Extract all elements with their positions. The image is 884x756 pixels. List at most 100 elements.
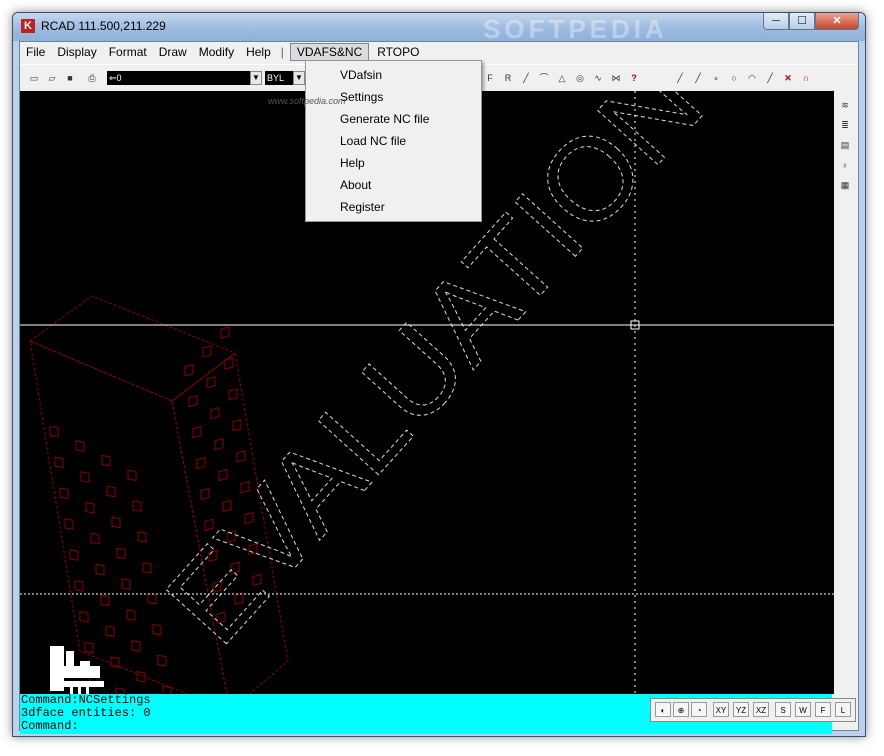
menu-item-register[interactable]: Register	[306, 196, 481, 218]
building-window	[218, 468, 228, 482]
point-icon[interactable]: R	[500, 69, 516, 85]
text-icon[interactable]: F	[482, 69, 498, 85]
menu-item-vdafsin[interactable]: VDafsin	[306, 64, 481, 86]
menu-modify[interactable]: Modify	[193, 42, 240, 62]
view-w-button[interactable]: W	[795, 702, 811, 717]
building-window	[206, 376, 216, 389]
view-xy-button[interactable]: XY	[713, 702, 729, 717]
break-icon[interactable]: ╱	[762, 69, 778, 85]
delete-icon[interactable]: ✕	[780, 69, 796, 85]
menu-item-help[interactable]: Help	[306, 152, 481, 174]
view-s-button[interactable]: S	[775, 702, 791, 717]
building-window	[132, 500, 142, 512]
mirror-icon[interactable]: ⋈	[608, 69, 624, 85]
rcad-app-icon[interactable]: K	[21, 19, 35, 33]
building-window	[111, 516, 121, 529]
fillet-icon[interactable]: ∘	[708, 69, 724, 85]
menu-separator: |	[280, 45, 284, 59]
building-window	[152, 623, 162, 636]
building-window	[90, 532, 100, 545]
menu-vdafs-nc[interactable]: VDAFS&NC	[289, 43, 370, 61]
menu-help[interactable]: Help	[240, 42, 277, 62]
view-xz-button[interactable]: XZ	[753, 702, 769, 717]
softpedia-url-watermark: www.softpedia.com	[268, 96, 346, 106]
building-window	[214, 437, 224, 451]
view-yz-button[interactable]: YZ	[733, 702, 749, 717]
zoom-all-icon[interactable]: ◔	[691, 702, 707, 717]
light-icon[interactable]: ♁	[837, 156, 853, 172]
building-window	[85, 502, 95, 514]
render-icon[interactable]: ▦	[837, 176, 853, 192]
hatch-pattern-icon[interactable]: ≣	[837, 116, 853, 132]
menu-display[interactable]: Display	[51, 42, 102, 62]
building-window	[162, 685, 172, 694]
building-window	[220, 326, 230, 339]
building-window	[75, 440, 85, 452]
zoom-in-icon[interactable]: ◐	[655, 702, 671, 717]
building-window	[95, 563, 105, 576]
menu-file[interactable]: File	[20, 42, 51, 62]
building-window	[228, 388, 238, 401]
linetype-select[interactable]: BYL	[265, 71, 295, 85]
building-window	[101, 454, 111, 467]
ucs-icon	[50, 646, 104, 694]
building-window	[54, 456, 64, 469]
building-window	[232, 419, 242, 432]
building-window	[116, 547, 126, 560]
view-f-button[interactable]: F	[815, 702, 831, 717]
hatch-icon[interactable]: ≋	[837, 96, 853, 112]
window-title: RCAD 111.500,211.229	[41, 19, 166, 33]
polyline-icon[interactable]: ⌒	[536, 69, 552, 85]
building-window	[49, 425, 59, 438]
building-window	[236, 450, 246, 463]
building-window	[188, 394, 198, 408]
menu-item-load-nc[interactable]: Load NC file	[306, 130, 481, 152]
caption-buttons: ─ ☐ ✕	[763, 13, 859, 30]
open-icon[interactable]: ▱	[44, 69, 60, 85]
line-icon[interactable]: ╱	[518, 69, 534, 85]
building-window	[106, 485, 116, 498]
title-bar[interactable]: K RCAD 111.500,211.229 SOFTPEDIA ─ ☐ ✕	[13, 13, 865, 44]
close-button[interactable]: ✕	[815, 13, 859, 30]
new-icon[interactable]: ▭	[26, 69, 42, 85]
linetype-dropdown-arrow[interactable]: ▼	[293, 71, 305, 85]
extend-icon[interactable]: ╱	[690, 69, 706, 85]
menu-item-generate-nc[interactable]: Generate NC file	[306, 108, 481, 130]
arc-icon[interactable]: △	[554, 69, 570, 85]
help-icon[interactable]: ?	[626, 69, 642, 85]
building-window	[105, 625, 115, 638]
building-window	[184, 364, 194, 377]
layer-dropdown-arrow[interactable]: ▼	[250, 71, 262, 85]
building-window	[79, 610, 89, 623]
menu-format[interactable]: Format	[103, 42, 153, 62]
building-window	[69, 549, 79, 561]
building-window	[127, 469, 137, 482]
spline-icon[interactable]: ∿	[590, 69, 606, 85]
undo-icon[interactable]: ∩	[798, 69, 814, 85]
trim-icon[interactable]: ╱	[672, 69, 688, 85]
building-window	[192, 425, 202, 439]
menu-rtopo[interactable]: RTOPO	[371, 42, 425, 62]
arc-tool-icon[interactable]: ◠	[744, 69, 760, 85]
save-icon[interactable]: ■	[62, 69, 78, 85]
building-window	[202, 345, 212, 358]
circle-icon[interactable]: ◎	[572, 69, 588, 85]
maximize-button[interactable]: ☐	[789, 13, 815, 30]
building-window	[59, 487, 69, 500]
menu-bar: File Display Format Draw Modify Help | V…	[20, 42, 858, 62]
menu-item-about[interactable]: About	[306, 174, 481, 196]
zoom-pan-icon[interactable]: ⊕	[673, 702, 689, 717]
vdafs-nc-dropdown-menu: VDafsin Settings Generate NC file Load N…	[305, 60, 482, 222]
minimize-button[interactable]: ─	[763, 13, 789, 30]
view-l-button[interactable]: L	[835, 702, 851, 717]
building-window	[147, 592, 157, 605]
building-window	[200, 487, 210, 501]
building-window	[100, 594, 110, 607]
side-toolbar: ≋ ≣ ▤ ♁ ▦	[833, 90, 858, 200]
fill-icon[interactable]: ▤	[837, 136, 853, 152]
circle-tool-icon[interactable]: ○	[726, 69, 742, 85]
menu-draw[interactable]: Draw	[153, 42, 193, 62]
print-icon[interactable]: ⎙	[84, 69, 100, 85]
layer-select[interactable]: ⇐0	[107, 71, 262, 85]
building-window	[196, 456, 206, 470]
